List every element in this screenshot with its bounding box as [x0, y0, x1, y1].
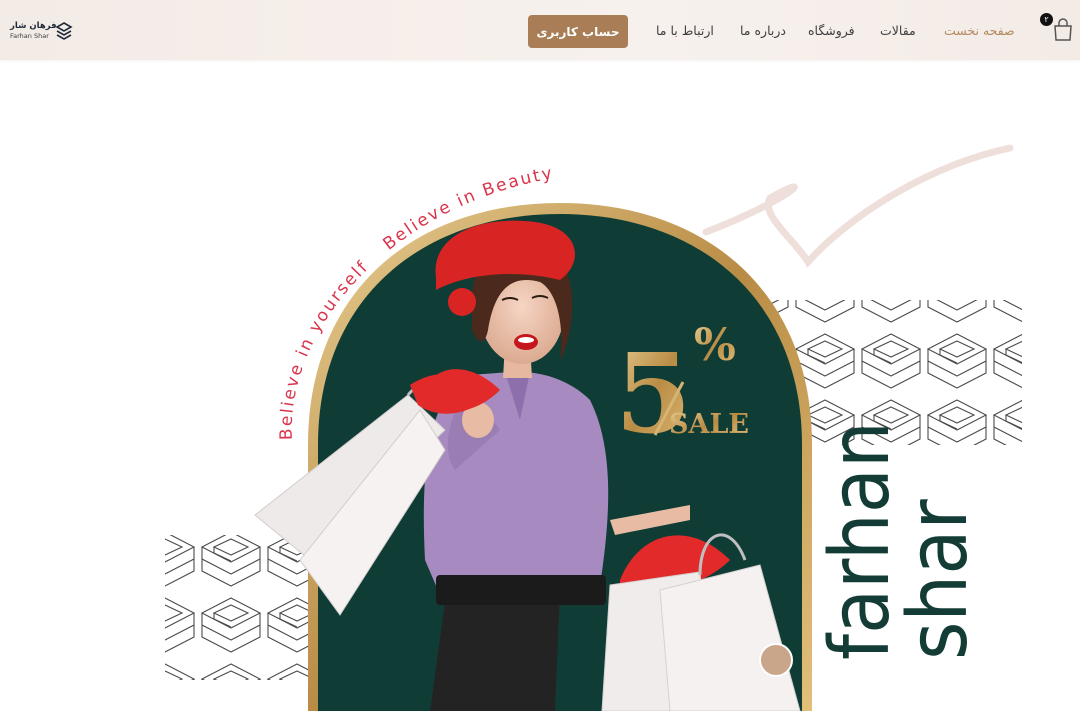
logo-subtitle: Farhan Shar	[10, 32, 49, 40]
logo-mark-icon	[55, 22, 73, 40]
brush-stroke-decoration	[702, 144, 1014, 268]
nav-home[interactable]: صفحه نخست	[944, 23, 1015, 38]
brand-name-line-2: shar	[891, 499, 986, 660]
nav-about[interactable]: درباره ما	[740, 23, 786, 38]
sale-label: SALE	[669, 409, 749, 440]
logo-name: فرهان شار	[10, 21, 57, 31]
nav-shop[interactable]: فروشگاه	[808, 23, 855, 38]
nav-articles[interactable]: مقالات	[880, 23, 916, 38]
pattern-decoration-left	[165, 535, 315, 680]
site-header: فرهان شار Farhan Shar حساب کاربری ارتباط…	[0, 0, 1080, 60]
nav-contact[interactable]: ارتباط با ما	[656, 23, 714, 38]
shopping-bag-icon[interactable]	[1052, 18, 1074, 42]
discount-percent: %	[694, 320, 736, 371]
site-logo[interactable]: فرهان شار Farhan Shar	[8, 20, 78, 44]
account-button[interactable]: حساب کاربری	[528, 15, 628, 48]
cart-count-badge: ۲	[1040, 13, 1053, 26]
brand-name-line-1: farhan	[813, 421, 908, 660]
